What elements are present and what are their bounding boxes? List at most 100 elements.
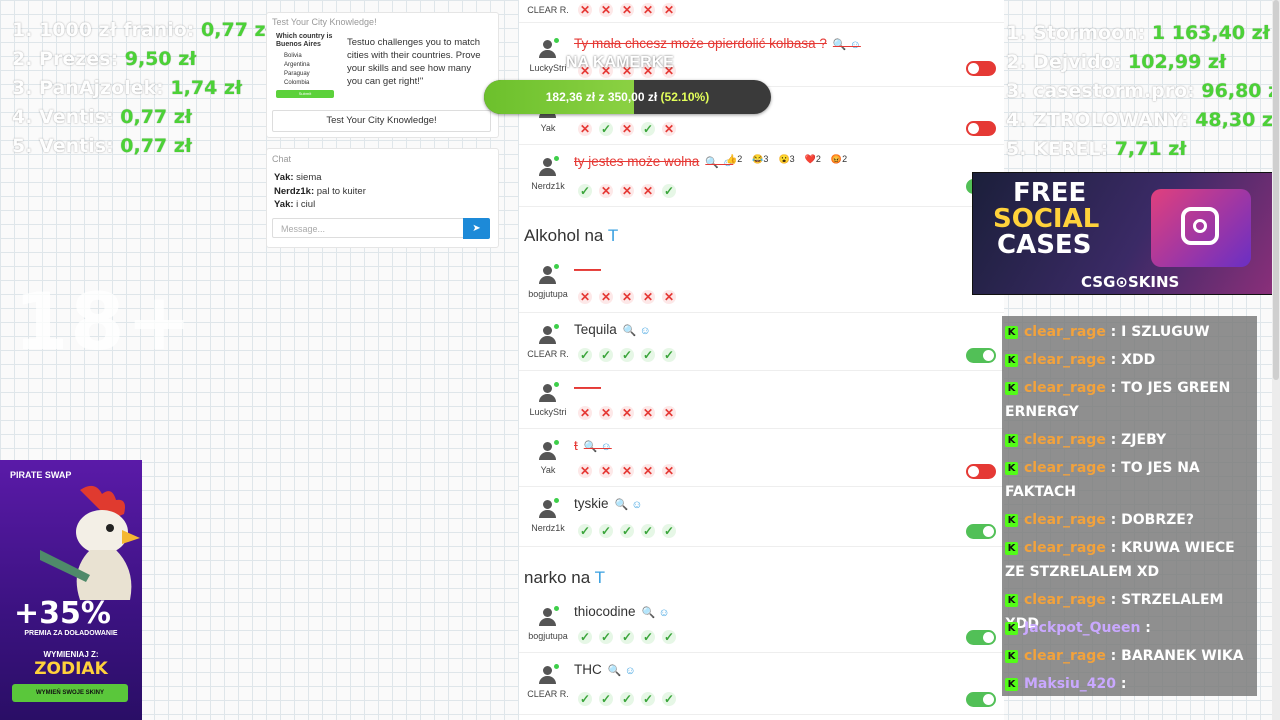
player-name: Yak <box>540 465 556 475</box>
player-name: Nerdz1k <box>531 523 565 533</box>
platform-badge-icon: K <box>1005 381 1018 395</box>
search-icon[interactable]: 🔍 ☺ <box>833 39 861 51</box>
chat-username[interactable]: clear_rage <box>1024 592 1106 608</box>
accept-toggle[interactable] <box>966 630 996 645</box>
answer-text: ty jestes może wolna <box>574 154 700 169</box>
donor-name: 3. PanAjzolek: <box>12 77 164 99</box>
player-avatar <box>537 606 559 628</box>
accept-icon: ✓ <box>620 630 634 644</box>
accept-toggle[interactable] <box>966 524 996 539</box>
donation-amount: 0,77 zł <box>120 106 192 128</box>
quiz-preview-question: Which country is Buenos Aires <box>276 33 333 48</box>
platform-badge-icon: K <box>1005 353 1018 367</box>
accept-toggle[interactable] <box>966 61 996 76</box>
accept-toggle[interactable] <box>966 464 996 479</box>
donor-name: 1. 1000 zł franio: <box>12 19 195 41</box>
search-icon[interactable]: 🔍 ☺ <box>608 665 636 677</box>
chat-message-text: : DOBRZE? <box>1105 512 1194 528</box>
search-icon[interactable]: 🔍 ☺ <box>623 325 651 337</box>
answer-text: t <box>574 438 578 453</box>
accept-toggle[interactable] <box>966 692 996 707</box>
goal-separator: z <box>598 90 605 104</box>
reject-icon: ✕ <box>641 406 655 420</box>
send-button[interactable]: ➤ <box>463 218 490 239</box>
ad-line-2: SOCIAL <box>993 204 1100 234</box>
platform-badge-icon: K <box>1005 461 1018 475</box>
donation-amount: 1 163,40 zł <box>1151 22 1270 44</box>
accept-icon: ✓ <box>599 630 613 644</box>
reaction-wow[interactable]: 😮3 <box>778 154 794 164</box>
answer-text: THC <box>574 662 602 677</box>
category-title: Alkohol na <box>524 226 604 245</box>
accept-icon: ✓ <box>641 348 655 362</box>
reject-icon: ✕ <box>662 464 676 478</box>
reject-icon: ✕ <box>641 3 655 17</box>
reaction-bar: 👍2 😂3 😮3 ❤️2 😡2 <box>726 154 857 165</box>
quiz-preview-submit: Submit <box>276 90 334 98</box>
category-title: narko na <box>524 568 591 587</box>
chat-text: pal to kuiter <box>314 185 366 197</box>
reaction-angry[interactable]: 😡2 <box>831 154 847 164</box>
donation-amount: 9,50 zł <box>124 48 197 70</box>
ad-cta-button[interactable]: WYMIEŃ SWOJE SKINY <box>12 684 128 702</box>
accept-icon: ✓ <box>662 184 676 198</box>
scrollbar-thumb[interactable] <box>1273 0 1279 380</box>
leaderboard-row: 4. ZTROLOWANY: 48,30 zł <box>1006 106 1280 135</box>
csgoskins-ad[interactable]: FREE SOCIAL CASES CSG⊙SKINS <box>972 172 1276 295</box>
platform-badge-icon: K <box>1005 649 1018 663</box>
answer-text: thiocodine <box>574 604 636 619</box>
message-input[interactable]: Message... <box>272 218 464 238</box>
ad-brand: CSG⊙SKINS <box>1081 273 1180 291</box>
search-icon[interactable]: 🔍 ☺ <box>584 441 612 453</box>
reject-icon: ✕ <box>662 290 676 304</box>
reject-icon: ✕ <box>620 122 634 136</box>
accept-icon: ✓ <box>578 524 592 538</box>
chat-message-text: : XDD <box>1105 352 1156 368</box>
chat-username[interactable]: clear_rage <box>1024 324 1106 340</box>
chat-username[interactable]: clear_rage <box>1024 512 1106 528</box>
chat-username[interactable]: clear_rage <box>1024 380 1106 396</box>
chat-username[interactable]: clear_rage <box>1024 460 1106 476</box>
chat-username[interactable]: clear_rage <box>1024 648 1106 664</box>
stream-chat-message: Kclear_rage : XDD <box>1005 348 1255 372</box>
quiz-preview-option: Argentina <box>284 62 310 68</box>
ad-bonus: +35% <box>14 596 111 631</box>
leaderboard-row: 3. casestorm.pro: 96,80 zł <box>1006 77 1280 106</box>
ad-line-1: FREE <box>1013 178 1087 208</box>
chat-username[interactable]: clear_rage <box>1024 540 1106 556</box>
pirateswap-ad[interactable]: PIRATE SWAP +35% PREMIA ZA DOŁADOWANIE W… <box>0 460 142 720</box>
ad-promo-code: ZODIAK <box>34 659 108 679</box>
reaction-thumbs-up[interactable]: 👍2 <box>726 154 742 164</box>
reaction-heart[interactable]: ❤️2 <box>805 154 821 164</box>
chat-username[interactable]: clear_rage <box>1024 432 1106 448</box>
page-scrollbar[interactable] <box>1272 0 1280 720</box>
quiz-preview: Which country is Buenos Aires Bolivia Ar… <box>276 33 336 103</box>
reject-icon: ✕ <box>662 406 676 420</box>
chat-username[interactable]: Maksiu_420 <box>1024 676 1116 692</box>
player-avatar <box>537 382 559 404</box>
donation-amount: 1,74 zł <box>170 77 243 99</box>
chat-username[interactable]: Jackpot_Queen <box>1024 620 1140 636</box>
leaderboard-row: 2. Prezes: 9,50 zł <box>12 45 273 74</box>
player-avatar <box>537 156 559 178</box>
reject-icon: ✕ <box>662 3 676 17</box>
player-avatar <box>537 440 559 462</box>
reject-icon: ✕ <box>599 184 613 198</box>
search-icon[interactable]: 🔍 ☺ <box>615 499 643 511</box>
reaction-laugh[interactable]: 😂3 <box>752 154 768 164</box>
vote-marks: ✓ ✓ ✓ ✓ ✓ <box>578 348 676 362</box>
chat-text: siema <box>293 172 322 183</box>
chat-log: Yak: siema Nerdz1k: pal to kuiter Yak: i… <box>274 171 366 212</box>
donor-name: 1. Stormoon: <box>1006 22 1146 44</box>
chat-user: Yak: <box>274 172 294 183</box>
answer-word: t 🔍 ☺ <box>574 438 612 453</box>
search-icon[interactable]: 🔍 ☺ <box>642 607 670 619</box>
chat-username[interactable]: clear_rage <box>1024 352 1106 368</box>
quiz-start-button[interactable]: Test Your City Knowledge! <box>272 110 491 132</box>
player-avatar <box>537 324 559 346</box>
accept-icon: ✓ <box>641 630 655 644</box>
reject-icon: ✕ <box>662 122 676 136</box>
accept-toggle[interactable] <box>966 348 996 363</box>
accept-toggle[interactable] <box>966 121 996 136</box>
stream-chat-message: K Maksiu_420 : <box>1005 672 1255 696</box>
